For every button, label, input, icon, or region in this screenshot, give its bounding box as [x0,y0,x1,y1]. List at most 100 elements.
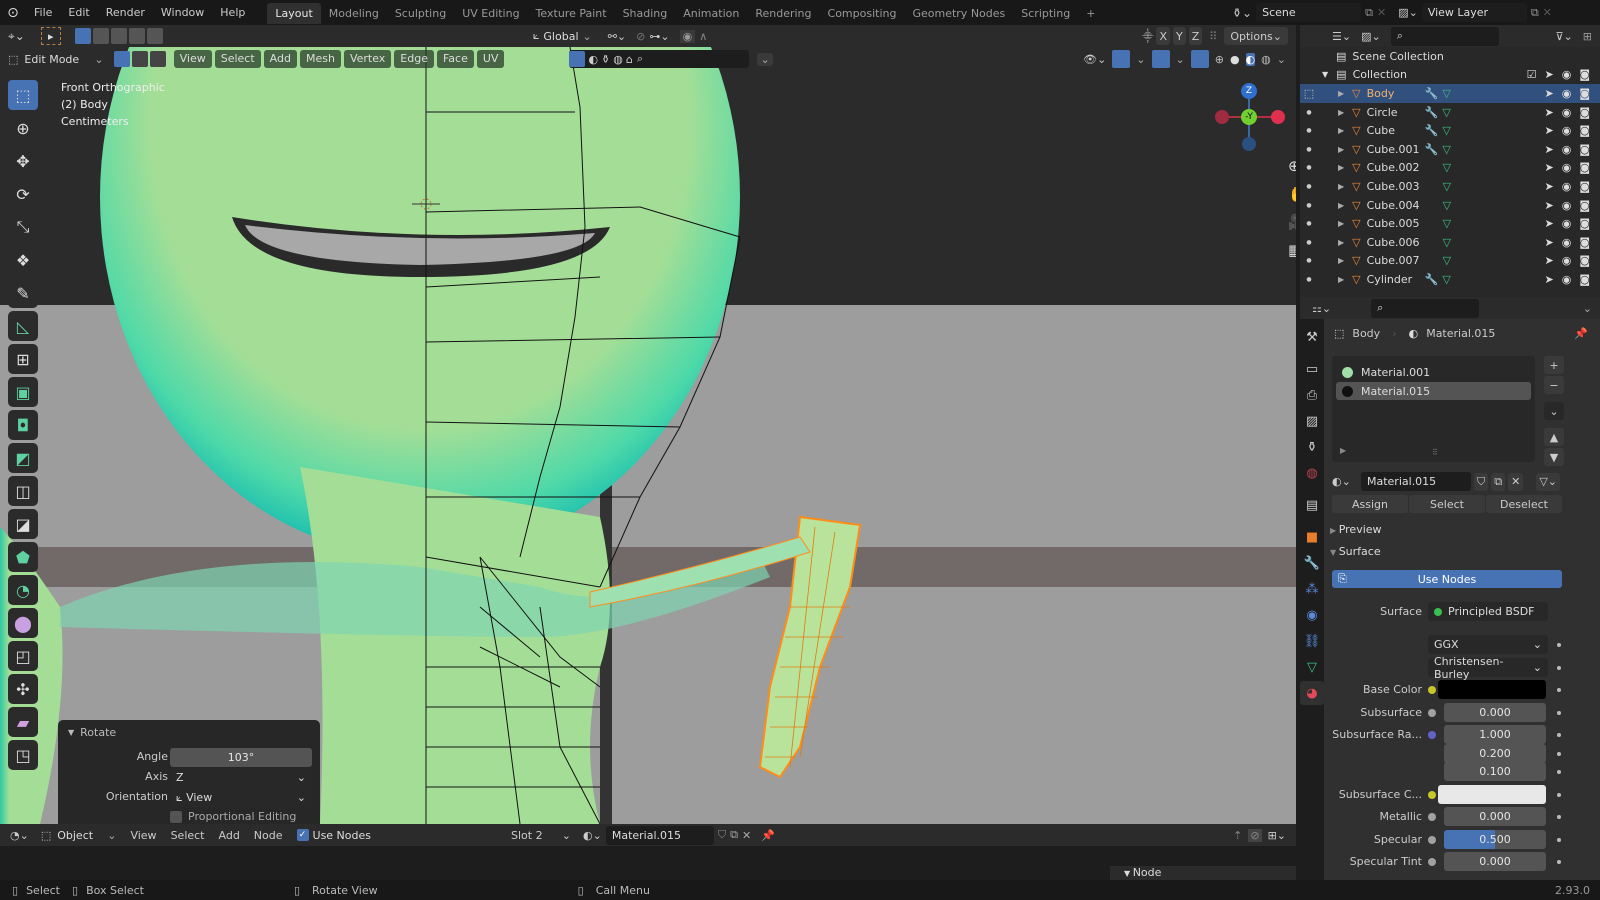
expand-arrow-icon[interactable]: ▶ [1338,238,1344,247]
selectable-icon[interactable]: ➤ [1544,124,1553,137]
editor-type-icon[interactable]: ⌖⌄ [8,29,25,44]
selectable-icon[interactable]: ➤ [1544,106,1553,119]
knife-tool[interactable]: ◪ [8,509,38,539]
eye-icon[interactable]: ◉ [1562,106,1572,119]
rip-tool[interactable]: ◳ [8,740,38,770]
outliner-item[interactable]: ● ▶ ▽ Cylinder 🔧 ▽ ➤ ◉ ◙ [1300,270,1600,289]
modifier-icon[interactable]: 🔧 [1425,87,1439,100]
menu-select[interactable]: Select [214,50,261,68]
duplicate-material-icon[interactable]: ⧉ [730,828,738,842]
proportional-edit-icon[interactable]: ◉ [679,29,696,43]
eye-icon[interactable]: ◉ [1562,217,1572,230]
render-camera-icon[interactable]: ◙ [1579,180,1590,193]
selectable-icon[interactable]: ➤ [1544,254,1553,267]
visibility-dot-icon[interactable]: ● [1300,239,1318,246]
tab-modeling[interactable]: Modeling [321,3,387,24]
shading-rendered-icon[interactable]: ◍ [1261,53,1271,66]
material-slot[interactable]: Material.001 [1336,363,1531,381]
select-mode-invert-icon[interactable] [128,28,145,44]
constraints-tab-icon[interactable]: ⛓ [1300,629,1324,653]
number-field[interactable]: 0.000 [1444,852,1546,871]
selectable-icon[interactable]: ➤ [1544,143,1553,156]
visibility-dot-icon[interactable]: ● [1300,276,1318,283]
assign-button[interactable]: Assign [1332,495,1408,513]
edge-select-icon[interactable] [131,51,148,67]
material-browse-icon[interactable]: ◐⌄ [583,829,602,842]
scene-tab-icon[interactable]: ⚱ [1300,435,1324,459]
modifier-tab-icon[interactable]: 🔧 [1300,551,1324,575]
eye-icon[interactable]: ◉ [1562,199,1572,212]
filter-mesh-icon[interactable] [569,51,586,67]
expand-arrow-icon[interactable]: ▶ [1338,256,1344,265]
duplicate-view-layer-icon[interactable]: ⧉ [1531,6,1539,20]
socket-icon[interactable] [1428,731,1436,739]
shader-type-dropdown[interactable]: Object [57,829,107,842]
outliner-view-layer-icon[interactable]: ▨⌄ [1361,30,1381,43]
visibility-icon[interactable]: 👁⌄ [1083,53,1106,66]
tab-sculpting[interactable]: Sculpting [387,3,454,24]
select-mode-new-icon[interactable] [74,28,91,44]
remove-view-layer-icon[interactable]: ✕ [1543,6,1552,19]
menu-edit[interactable]: Edit [60,0,97,25]
duplicate-scene-icon[interactable]: ⧉ [1365,6,1373,20]
keyframe-dot[interactable] [1557,710,1561,715]
socket-icon[interactable] [1428,835,1436,844]
tab-layout[interactable]: Layout [267,3,321,24]
select-mode-extend-icon[interactable] [92,28,109,44]
render-camera-icon[interactable]: ◙ [1579,106,1590,119]
measure-tool[interactable]: ◺ [8,311,38,341]
number-field[interactable]: 0.200 [1444,743,1546,763]
edit-mode-icon[interactable]: ⬚ [1300,87,1318,100]
keyframe-dot[interactable] [1557,815,1561,819]
outliner-item[interactable]: ● ▶ ▽ Cube.006 ▽ ➤ ◉ ◙ [1300,233,1600,252]
shader-material-field[interactable]: Material.015 [605,825,714,845]
menu-uv[interactable]: UV [476,50,505,68]
menu-help[interactable]: Help [212,0,253,25]
spin-tool[interactable]: ◔ [8,575,38,605]
properties-options-icon[interactable]: ⌄ [1583,302,1592,315]
mesh-data-icon[interactable]: ▽ [1443,217,1451,230]
material-tab-icon[interactable]: ◕ [1300,681,1324,705]
blender-logo-icon[interactable]: ⊙ [0,5,26,21]
eye-icon[interactable]: ◉ [1562,87,1572,100]
shear-tool[interactable]: ▰ [8,707,38,737]
operator-panel-header[interactable]: ▼ Rotate [58,720,320,745]
slot-specials-button[interactable]: ⌄ [1544,402,1564,420]
gizmo-neg-z-axis[interactable] [1242,137,1256,151]
material-browse-icon[interactable]: ◐⌄ [1332,475,1358,488]
scene-icon[interactable]: ⚱⌄ [1232,6,1252,20]
surface-panel-header[interactable]: ▼ Surface [1330,545,1381,558]
expand-arrow-icon[interactable]: ▶ [1338,219,1344,228]
orientation-dropdown[interactable]: Global [543,30,578,43]
selectable-icon[interactable]: ➤ [1544,87,1553,100]
mesh-data-icon[interactable]: ▽ [1443,254,1451,267]
expand-arrow-icon[interactable]: ▶ [1338,163,1344,172]
menu-file[interactable]: File [26,0,60,25]
shading-material-icon[interactable]: ◐ [1245,52,1256,66]
selectable-icon[interactable]: ➤ [1544,273,1553,286]
duplicate-material-button[interactable]: ⧉ [1491,472,1506,491]
physics-tab-icon[interactable]: ◉ [1300,603,1324,627]
collection-tab-icon[interactable]: ▤ [1300,493,1324,517]
keyframe-dot[interactable] [1557,666,1561,670]
socket-icon[interactable] [1428,858,1436,866]
move-slot-up-button[interactable]: ▲ [1544,428,1564,446]
number-field[interactable]: 0.000 [1444,807,1546,826]
falloff-icon[interactable]: ∧ [699,30,707,43]
keyframe-dot[interactable] [1557,643,1561,647]
snap-icon[interactable]: ⊘ [636,30,645,43]
visibility-dot-icon[interactable]: ● [1300,164,1318,171]
expand-arrow-icon[interactable]: ▶ [1338,201,1344,210]
material-slot[interactable]: Material.015 [1336,382,1531,400]
edge-slide-tool[interactable]: ◰ [8,641,38,671]
extrude-tool[interactable]: ▣ [8,377,38,407]
filter-world-icon[interactable]: ◍ [613,53,623,66]
tab-rendering[interactable]: Rendering [747,3,819,24]
angle-field[interactable]: 103° [170,748,312,767]
eye-icon[interactable]: ◉ [1562,236,1572,249]
filter-icon[interactable]: ⊽⌄ [1556,30,1573,43]
link-dropdown[interactable]: ▽⌄ [1536,472,1561,491]
outliner-item[interactable]: ● ▶ ▽ Cube 🔧 ▽ ➤ ◉ ◙ [1300,121,1600,140]
snap-node-icon[interactable]: ⊘ [1248,828,1262,842]
render-camera-icon[interactable]: ◙ [1579,273,1590,286]
